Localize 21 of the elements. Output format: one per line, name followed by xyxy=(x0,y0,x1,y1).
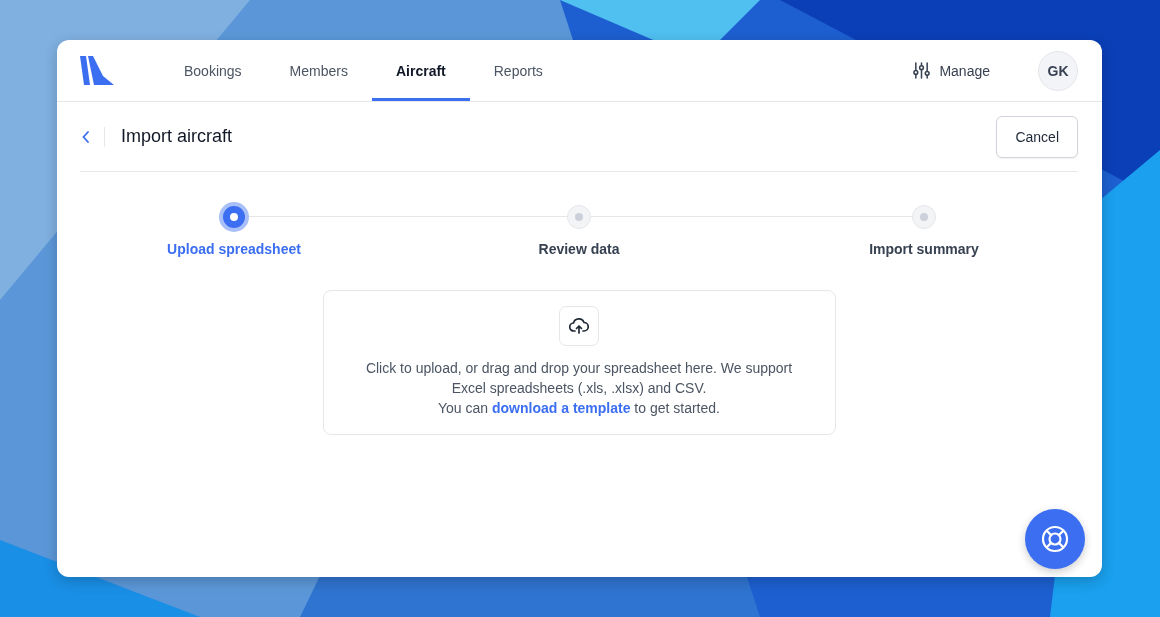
nav-tab[interactable]: Reports xyxy=(469,40,567,101)
lifebuoy-icon xyxy=(1040,524,1070,554)
user-avatar[interactable]: GK xyxy=(1038,50,1078,91)
upload-instructions: Click to upload, or drag and drop your spreadsheet here. We support Excel spreadsheets (.xls, .xlsx) and CSV. xyxy=(364,359,794,398)
step-label: Upload spreadsheet xyxy=(167,241,301,257)
manage-button[interactable]: Manage xyxy=(907,61,996,80)
template-note: You can download a template to get started. xyxy=(437,399,721,418)
download-template-link[interactable]: download a template xyxy=(492,400,631,416)
back-button[interactable] xyxy=(80,128,92,145)
step-label: Review data xyxy=(538,241,620,257)
nav-tab[interactable]: Members xyxy=(265,40,372,101)
logo-icon[interactable] xyxy=(80,56,114,85)
upload-icon xyxy=(559,306,599,346)
settings-icon xyxy=(913,62,931,79)
upload-dropzone[interactable]: Click to upload, or drag and drop your spreadsheet here. We support Excel spreadsheets (.xls, .xlsx) and CSV. You can download a template to get started. xyxy=(322,290,836,435)
step-label: Import summary xyxy=(869,241,979,257)
cancel-button[interactable]: Cancel xyxy=(996,115,1078,158)
nav-tab[interactable]: Bookings xyxy=(160,40,266,101)
nav-tab[interactable]: Aircraft xyxy=(371,40,470,101)
help-button[interactable] xyxy=(1025,509,1085,569)
page-title: Import aircraft xyxy=(121,126,233,147)
